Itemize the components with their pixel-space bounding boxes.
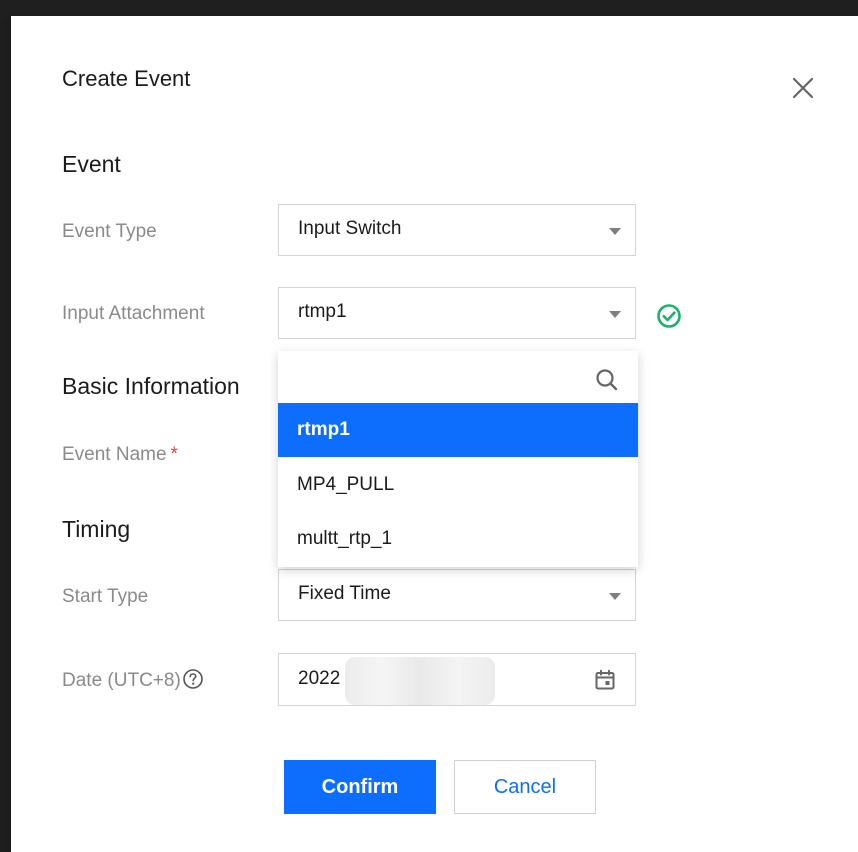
option-label: MP4_PULL bbox=[297, 474, 395, 495]
section-heading-event: Event bbox=[62, 151, 121, 177]
section-heading-basic-information: Basic Information bbox=[62, 373, 240, 399]
dropdown-option-rtmp1[interactable]: rtmp1 bbox=[278, 403, 638, 457]
date-value: 2022 bbox=[298, 668, 341, 689]
input-attachment-select[interactable]: rtmp1 bbox=[278, 287, 636, 339]
dropdown-option-multt-rtp-1[interactable]: multt_rtp_1 bbox=[278, 512, 638, 566]
chevron-down-icon bbox=[609, 311, 621, 318]
date-label: Date (UTC+8) bbox=[62, 668, 204, 692]
confirm-button[interactable]: Confirm bbox=[284, 760, 436, 814]
input-attachment-value: rtmp1 bbox=[298, 301, 347, 322]
date-input[interactable]: 2022 bbox=[278, 653, 636, 706]
event-type-label: Event Type bbox=[62, 221, 157, 242]
help-circle-icon[interactable] bbox=[182, 668, 204, 690]
search-input[interactable] bbox=[290, 359, 584, 397]
redacted-area bbox=[345, 657, 495, 705]
date-label-text: Date (UTC+8) bbox=[62, 670, 181, 691]
event-name-label-text: Event Name bbox=[62, 444, 167, 465]
dropdown-search bbox=[278, 351, 638, 403]
chevron-down-icon bbox=[609, 228, 621, 235]
event-type-value: Input Switch bbox=[298, 218, 402, 239]
option-label: rtmp1 bbox=[297, 419, 350, 440]
search-icon[interactable] bbox=[594, 367, 620, 393]
required-mark: * bbox=[170, 444, 178, 465]
calendar-icon[interactable] bbox=[593, 668, 617, 692]
event-type-select[interactable]: Input Switch bbox=[278, 204, 636, 256]
dropdown-option-mp4-pull[interactable]: MP4_PULL bbox=[278, 458, 638, 512]
create-event-dialog: Create Event Event Event Type Input Swit… bbox=[11, 16, 858, 852]
cancel-button[interactable]: Cancel bbox=[454, 760, 596, 814]
start-type-select[interactable]: Fixed Time bbox=[278, 569, 636, 621]
start-type-value: Fixed Time bbox=[298, 583, 391, 604]
chevron-down-icon bbox=[609, 593, 621, 600]
option-label: multt_rtp_1 bbox=[297, 528, 393, 549]
window-frame-top bbox=[0, 0, 858, 16]
section-heading-timing: Timing bbox=[62, 516, 131, 542]
dialog-title: Create Event bbox=[62, 66, 191, 91]
input-attachment-label: Input Attachment bbox=[62, 303, 205, 324]
check-circle-icon bbox=[657, 304, 681, 328]
close-button[interactable] bbox=[789, 74, 817, 102]
start-type-label: Start Type bbox=[62, 586, 149, 607]
input-attachment-dropdown: rtmp1 MP4_PULL multt_rtp_1 bbox=[278, 351, 638, 567]
close-icon bbox=[792, 77, 814, 99]
event-name-label: Event Name * bbox=[62, 444, 178, 466]
window-frame-left bbox=[0, 0, 11, 852]
